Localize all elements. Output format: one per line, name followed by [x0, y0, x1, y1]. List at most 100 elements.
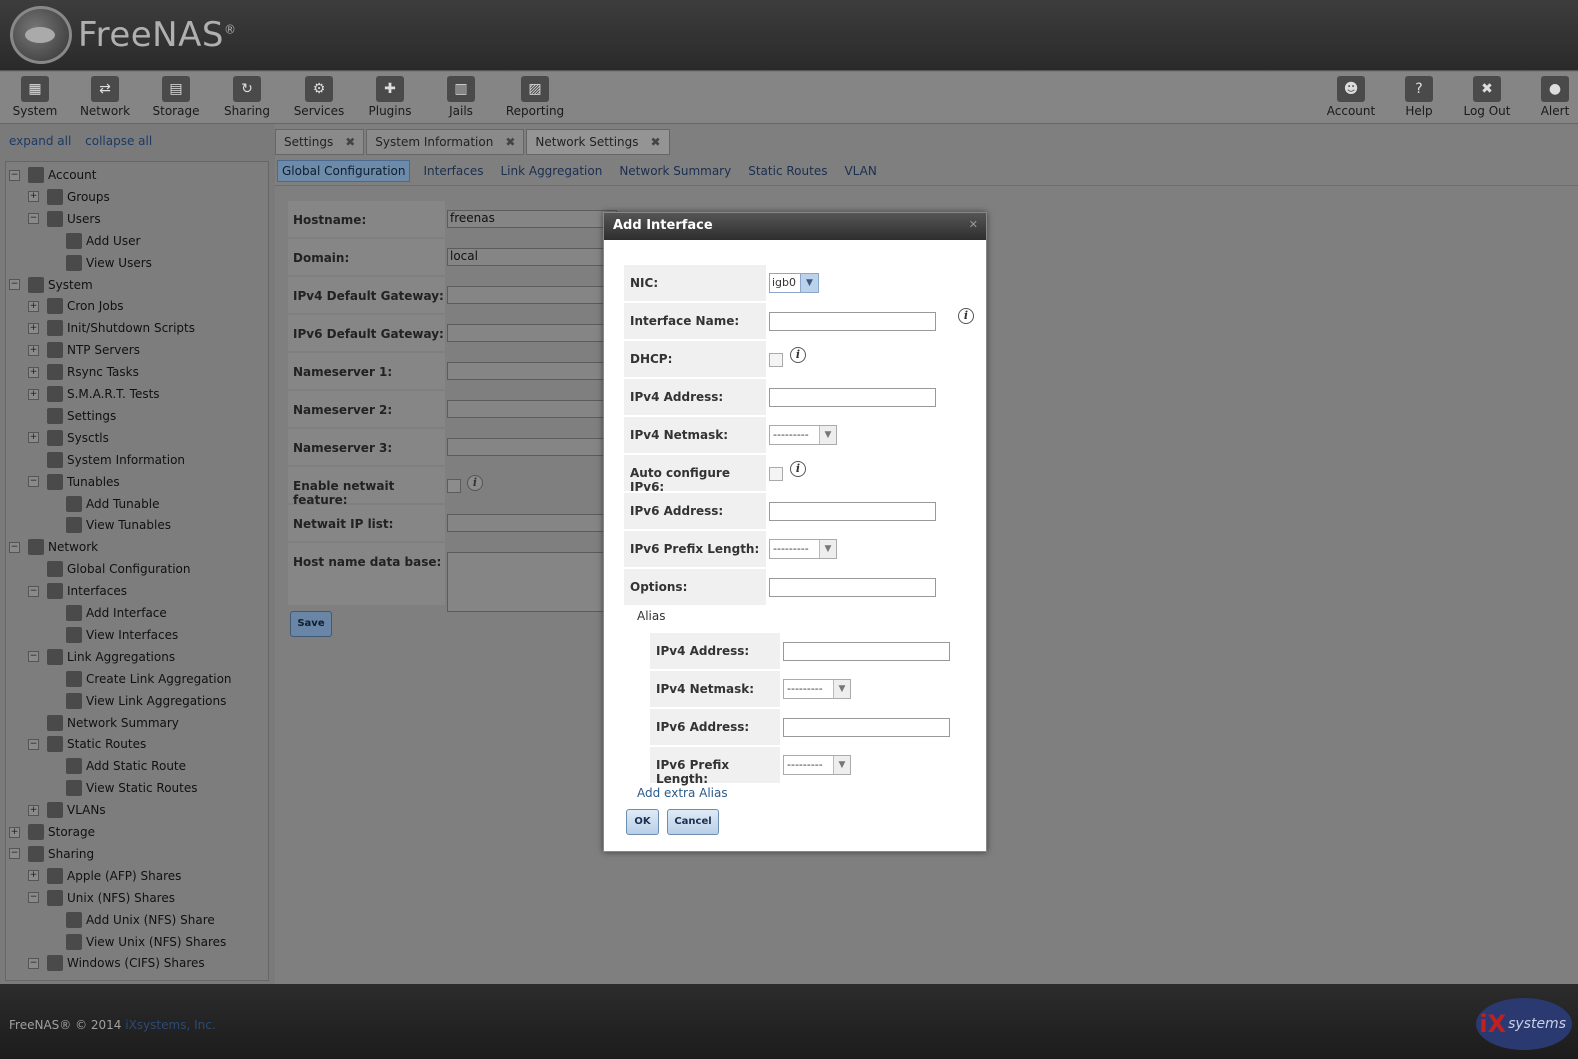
domain-input[interactable]: local	[447, 248, 617, 266]
nav-reporting[interactable]: ▨ Reporting	[500, 76, 570, 118]
ipv6-prefix-select[interactable]: --------- ▼	[769, 539, 837, 559]
collapse-icon[interactable]: −	[9, 848, 20, 860]
nav-network[interactable]: ⇄ Network	[70, 76, 140, 118]
collapse-icon[interactable]: −	[28, 957, 39, 969]
tree-item-users[interactable]: − Users	[28, 208, 101, 230]
expand-icon[interactable]: +	[28, 191, 39, 203]
tree-item-view-static-routes[interactable]: View Static Routes	[47, 777, 198, 799]
tree-item-view-interfaces[interactable]: View Interfaces	[47, 624, 178, 646]
interface-name-info-icon[interactable]: i	[958, 308, 974, 324]
tree-item-apple-afp-shares[interactable]: + Apple (AFP) Shares	[28, 865, 181, 887]
tree-item-add-interface[interactable]: Add Interface	[47, 602, 167, 624]
close-tab-icon[interactable]: ✖	[345, 135, 355, 149]
tree-item-settings[interactable]: Settings	[28, 405, 116, 427]
tree-item-rsync-tasks[interactable]: + Rsync Tasks	[28, 361, 139, 383]
subtab-vlan[interactable]: VLAN	[840, 161, 880, 181]
alias-ipv4-address-input[interactable]	[783, 641, 950, 661]
subtab-network-summary[interactable]: Network Summary	[615, 161, 735, 181]
collapse-icon[interactable]: −	[28, 738, 39, 750]
tree-item-system[interactable]: − System	[9, 274, 93, 296]
ixsystems-link[interactable]: iXsystems, Inc.	[125, 1018, 215, 1032]
nameserver-2-input[interactable]	[447, 400, 617, 418]
netwait-info-icon[interactable]: i	[467, 475, 483, 491]
tree-item-static-routes[interactable]: − Static Routes	[28, 733, 146, 755]
tree-item-view-users[interactable]: View Users	[47, 252, 152, 274]
expand-icon[interactable]: +	[28, 366, 39, 378]
collapse-icon[interactable]: −	[9, 279, 20, 290]
ipv4-address-input[interactable]	[769, 387, 936, 407]
tree-item-network-summary[interactable]: Network Summary	[28, 712, 179, 734]
tree-item-cron-jobs[interactable]: + Cron Jobs	[28, 295, 124, 317]
tree-item-link-aggregations[interactable]: − Link Aggregations	[28, 646, 175, 668]
save-button[interactable]: Save	[290, 611, 332, 637]
dialog-close-icon[interactable]: ✕	[969, 218, 978, 231]
nameserver-3-input[interactable]	[447, 438, 617, 456]
tree-item-vlans[interactable]: + VLANs	[28, 799, 106, 821]
ipv4-netmask-select[interactable]: --------- ▼	[769, 425, 837, 445]
expand-icon[interactable]: +	[28, 322, 39, 334]
expand-icon[interactable]: +	[28, 804, 39, 816]
auto-ipv6-checkbox[interactable]	[769, 467, 783, 481]
tab-settings[interactable]: Settings ✖	[275, 129, 365, 155]
collapse-icon[interactable]: −	[9, 541, 20, 553]
auto-ipv6-info-icon[interactable]: i	[790, 461, 806, 477]
subtab-global-configuration[interactable]: Global Configuration	[277, 159, 411, 182]
close-tab-icon[interactable]: ✖	[505, 135, 515, 149]
ipv6-default-gateway-input[interactable]	[447, 324, 617, 342]
nav-account[interactable]: ☻ Account	[1316, 76, 1386, 118]
tab-network-settings[interactable]: Network Settings ✖	[526, 129, 670, 155]
tree-item-unix-nfs-shares[interactable]: − Unix (NFS) Shares	[28, 887, 175, 909]
alias-ipv6-address-input[interactable]	[783, 717, 950, 737]
tree-item-add-static-route[interactable]: Add Static Route	[47, 755, 186, 777]
tree-item-sharing[interactable]: − Sharing	[9, 843, 94, 865]
nav-storage[interactable]: ▤ Storage	[141, 76, 211, 118]
subtab-static-routes[interactable]: Static Routes	[744, 161, 831, 181]
tree-item-s-m-a-r-t-tests[interactable]: + S.M.A.R.T. Tests	[28, 383, 160, 405]
tree-item-add-tunable[interactable]: Add Tunable	[47, 493, 159, 515]
collapse-icon[interactable]: −	[28, 892, 39, 904]
tree-item-tunables[interactable]: − Tunables	[28, 471, 120, 493]
tree-item-view-tunables[interactable]: View Tunables	[47, 514, 171, 536]
nav-alert[interactable]: ● Alert	[1520, 76, 1578, 118]
collapse-icon[interactable]: −	[28, 585, 39, 597]
expand-icon[interactable]: +	[9, 826, 20, 838]
alias-ipv6-prefix-select[interactable]: --------- ▼	[783, 755, 851, 775]
tree-item-add-unix-nfs-share[interactable]: Add Unix (NFS) Share	[47, 909, 215, 931]
tree-item-view-unix-nfs-shares[interactable]: View Unix (NFS) Shares	[47, 931, 226, 953]
nav-system[interactable]: ▦ System	[0, 76, 70, 118]
tree-item-init-shutdown-scripts[interactable]: + Init/Shutdown Scripts	[28, 317, 195, 339]
nav-jails[interactable]: ▥ Jails	[426, 76, 496, 118]
collapse-icon[interactable]: −	[28, 476, 39, 488]
ipv4-default-gateway-input[interactable]	[447, 286, 617, 304]
tree-item-create-link-aggregation[interactable]: Create Link Aggregation	[47, 668, 232, 690]
tree-item-system-information[interactable]: System Information	[28, 449, 185, 471]
expand-all-link[interactable]: expand all	[9, 134, 71, 148]
expand-icon[interactable]: +	[28, 300, 39, 312]
cancel-button[interactable]: Cancel	[667, 809, 719, 835]
nav-log-out[interactable]: ✖ Log Out	[1452, 76, 1522, 118]
tree-item-view-link-aggregations[interactable]: View Link Aggregations	[47, 690, 226, 712]
nav-sharing[interactable]: ↻ Sharing	[212, 76, 282, 118]
tree-item-storage[interactable]: + Storage	[9, 821, 95, 843]
netwait-ip-list-input[interactable]	[447, 514, 617, 532]
collapse-icon[interactable]: −	[28, 213, 39, 225]
tree-item-groups[interactable]: + Groups	[28, 186, 110, 208]
expand-icon[interactable]: +	[28, 870, 39, 882]
tree-item-network[interactable]: − Network	[9, 536, 98, 558]
add-extra-alias-link[interactable]: Add extra Alias	[637, 786, 728, 800]
tab-system-information[interactable]: System Information ✖	[366, 129, 525, 155]
ipv6-address-input[interactable]	[769, 501, 936, 521]
nic-select[interactable]: igb0 ▼	[769, 273, 819, 293]
options-input[interactable]	[769, 577, 936, 597]
hostname-input[interactable]: freenas	[447, 210, 617, 228]
ok-button[interactable]: OK	[626, 809, 659, 835]
tree-item-add-user[interactable]: Add User	[47, 230, 140, 252]
expand-icon[interactable]: +	[28, 388, 39, 400]
subtab-link-aggregation[interactable]: Link Aggregation	[496, 161, 606, 181]
tree-item-global-configuration[interactable]: Global Configuration	[28, 558, 190, 580]
dhcp-checkbox[interactable]	[769, 353, 783, 367]
dhcp-info-icon[interactable]: i	[790, 347, 806, 363]
alias-ipv4-netmask-select[interactable]: --------- ▼	[783, 679, 851, 699]
collapse-icon[interactable]: −	[28, 651, 39, 663]
host-name-data-base-textarea[interactable]	[447, 552, 617, 612]
